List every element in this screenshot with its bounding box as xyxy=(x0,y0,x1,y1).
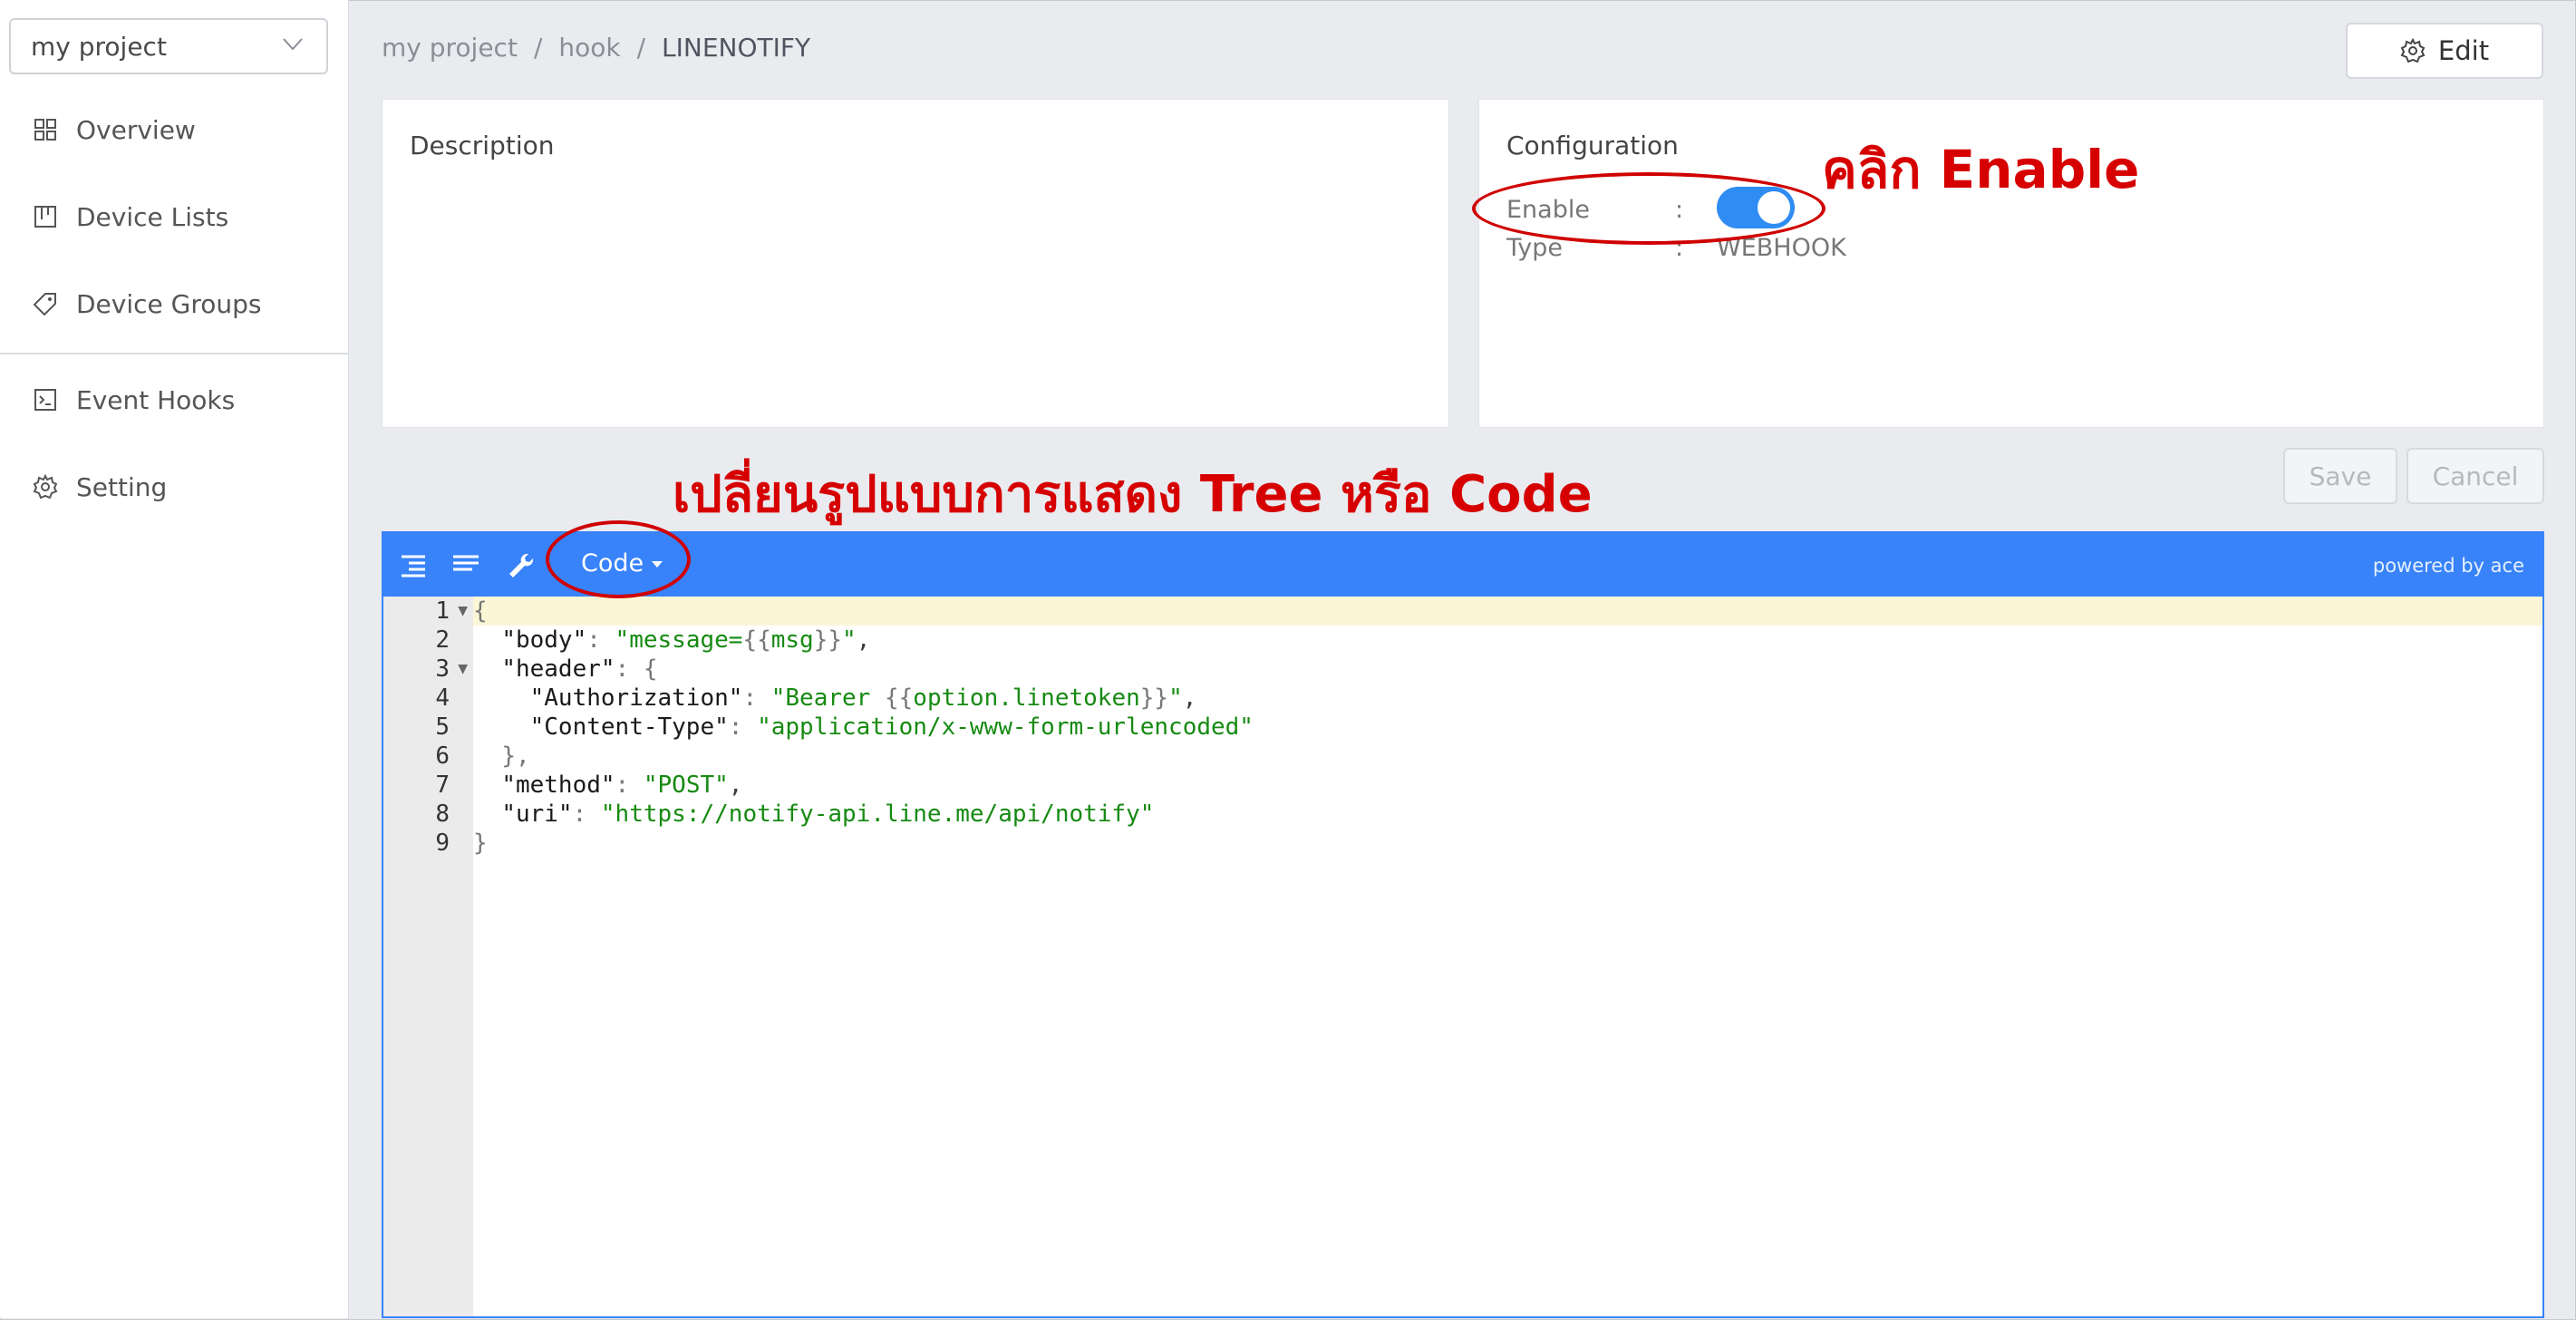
format-icon[interactable] xyxy=(398,551,429,578)
wrench-icon[interactable] xyxy=(505,551,536,578)
sidebar-item-device-lists[interactable]: Device Lists xyxy=(0,189,348,244)
fold-arrow-icon[interactable]: ▼ xyxy=(458,655,468,684)
sidebar-item-overview[interactable]: Overview xyxy=(0,102,348,157)
code-line: } xyxy=(473,830,488,857)
code-line: "Authorization": "Bearer {{option.lineto… xyxy=(529,684,1197,712)
breadcrumb-hook[interactable]: hook xyxy=(558,33,620,63)
code-line: "header": { xyxy=(501,655,658,683)
line-number: 2 xyxy=(435,626,450,654)
line-number: 8 xyxy=(435,801,450,828)
project-select-value: my project xyxy=(31,31,167,62)
sidebar-item-label: Overview xyxy=(76,114,196,145)
line-number: 1 xyxy=(435,597,450,625)
sidebar-item-device-groups[interactable]: Device Groups xyxy=(0,277,348,331)
line-number: 9 xyxy=(435,830,450,857)
breadcrumb-current: LINENOTIFY xyxy=(662,33,811,63)
sidebar-item-label: Event Hooks xyxy=(76,384,236,415)
breadcrumb-project[interactable]: my project xyxy=(382,33,518,63)
cancel-button[interactable]: Cancel xyxy=(2407,448,2544,504)
powered-by: powered by ace xyxy=(2372,555,2524,577)
description-title: Description xyxy=(410,131,555,160)
editor-gutter: 1 ▼ 2 3 ▼ 4 5 6 7 8 9 xyxy=(383,597,473,1316)
board-icon xyxy=(34,206,56,228)
line-number: 3 xyxy=(435,655,450,683)
sidebar-divider xyxy=(0,353,348,354)
line-number: 7 xyxy=(435,772,450,799)
tag-icon xyxy=(33,293,56,316)
fold-arrow-icon[interactable]: ▼ xyxy=(458,597,468,626)
breadcrumb-separator: / xyxy=(636,33,646,63)
code-area[interactable]: { "body": "message={{msg}}", "header": {… xyxy=(473,597,2542,1316)
code-line: "Content-Type": "application/x-www-form-… xyxy=(529,713,1254,741)
description-card: Description xyxy=(382,99,1449,428)
code-line: { xyxy=(473,597,2542,626)
grid-icon xyxy=(34,119,56,141)
line-number: 5 xyxy=(435,713,450,741)
sidebar-item-label: Device Groups xyxy=(76,288,262,319)
sidebar: my project Overview Device Lists Device … xyxy=(0,0,349,1318)
enable-annotation: คลิก Enable xyxy=(1822,139,2140,200)
chevron-down-icon xyxy=(283,38,303,51)
breadcrumb: my project / hook / LINENOTIFY xyxy=(382,33,810,63)
terminal-icon xyxy=(34,389,56,411)
line-number: 6 xyxy=(435,742,450,770)
edit-button[interactable]: Edit xyxy=(2346,23,2543,79)
code-line: }, xyxy=(501,742,530,770)
save-button[interactable]: Save xyxy=(2283,448,2397,504)
sidebar-item-event-hooks[interactable]: Event Hooks xyxy=(0,373,348,427)
json-editor: Code powered by ace 1 ▼ 2 3 ▼ 4 5 6 7 8 … xyxy=(382,531,2544,1318)
gear-icon xyxy=(33,474,58,500)
mode-annotation: เปลี่ยนรูปแบบการแสดง Tree หรือ Code xyxy=(673,465,1593,524)
breadcrumb-separator: / xyxy=(533,33,543,63)
sidebar-item-label: Setting xyxy=(76,471,168,502)
configuration-title: Configuration xyxy=(1506,131,1679,160)
compact-icon[interactable] xyxy=(450,551,481,578)
code-line: "body": "message={{msg}}", xyxy=(501,626,871,654)
sidebar-item-label: Device Lists xyxy=(76,201,229,232)
sidebar-item-setting[interactable]: Setting xyxy=(0,460,348,514)
line-number: 4 xyxy=(435,684,450,712)
editor-toolbar: Code powered by ace xyxy=(383,533,2542,597)
mode-highlight-ellipse xyxy=(546,520,691,598)
edit-button-label: Edit xyxy=(2437,35,2490,66)
project-select[interactable]: my project xyxy=(9,18,328,74)
gear-icon xyxy=(2400,38,2426,63)
enable-highlight-ellipse xyxy=(1472,172,1825,245)
code-line: "method": "POST", xyxy=(501,772,743,799)
code-line: "uri": "https://notify-api.line.me/api/n… xyxy=(501,801,1155,828)
